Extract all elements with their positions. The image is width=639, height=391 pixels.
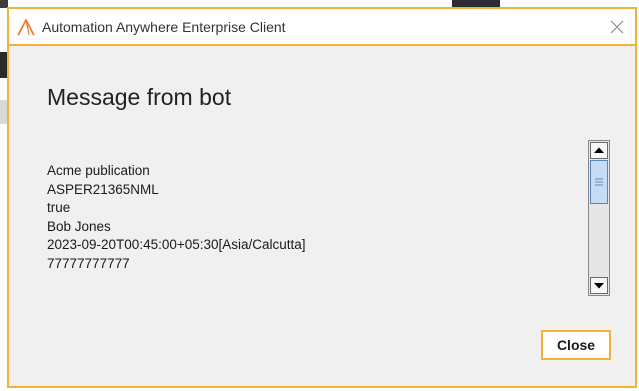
message-text-area[interactable]: Acme publication ASPER21365NML true Bob … [47, 162, 577, 292]
message-line: 77777777777 [47, 255, 130, 271]
close-button[interactable]: Close [541, 330, 611, 360]
dialog-heading: Message from bot [47, 84, 232, 110]
scroll-up-button[interactable] [590, 142, 608, 159]
message-line: true [47, 200, 71, 215]
scroll-thumb[interactable] [590, 160, 608, 204]
close-window-icon[interactable] [605, 15, 629, 39]
message-line: ASPER21365NML [47, 181, 159, 197]
automation-anywhere-logo-icon [17, 19, 35, 36]
message-line: Acme publication [47, 163, 150, 178]
arrow-up-icon [594, 147, 604, 153]
grip-icon [595, 178, 603, 186]
window-title: Automation Anywhere Enterprise Client [42, 19, 286, 35]
vertical-scrollbar[interactable] [588, 140, 610, 296]
message-dialog: Automation Anywhere Enterprise Client Me… [7, 7, 637, 388]
message-line: Bob Jones [47, 218, 111, 234]
scroll-down-button[interactable] [590, 277, 608, 294]
arrow-down-icon [594, 283, 604, 289]
message-line: 2023-09-20T00:45:00+05:30[Asia/Calcutta] [47, 237, 306, 252]
title-bar[interactable]: Automation Anywhere Enterprise Client [9, 9, 635, 46]
